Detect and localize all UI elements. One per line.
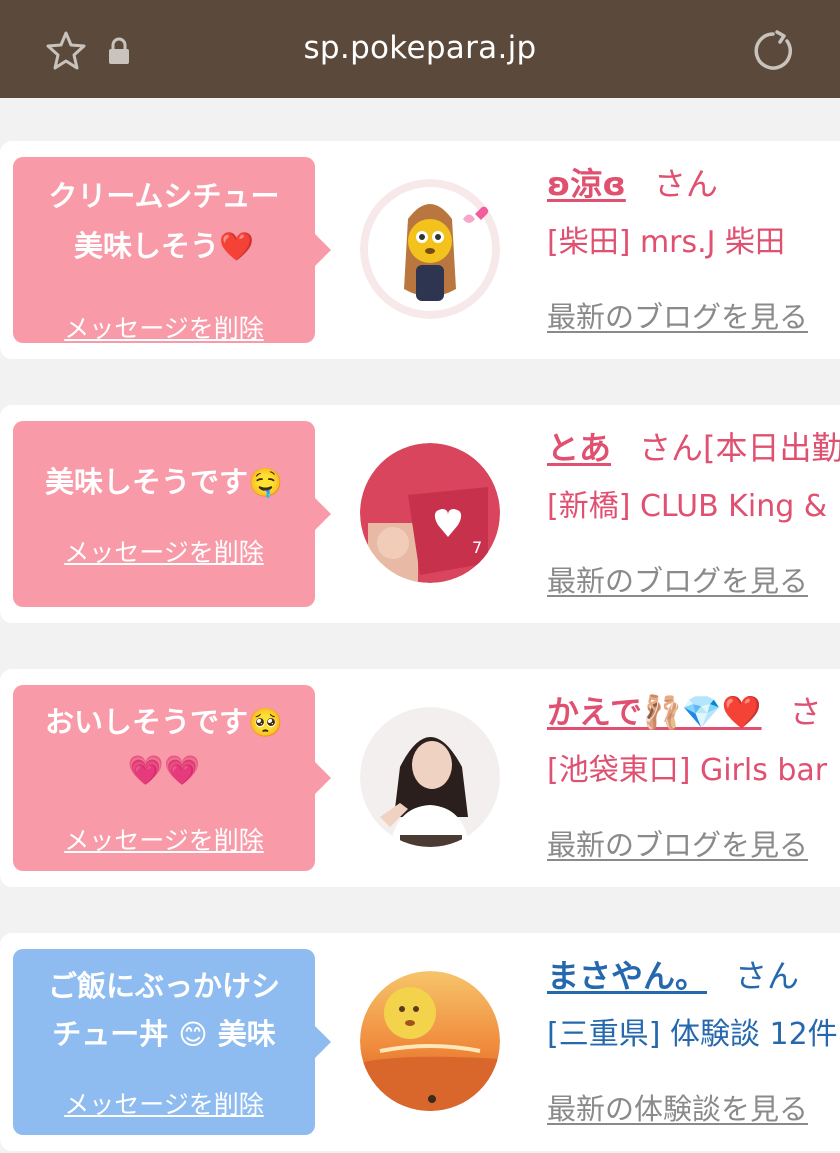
honorific: さん bbox=[735, 957, 800, 995]
message-line: 美味しそうです🤤 bbox=[45, 465, 283, 499]
shop-name: [新橋] CLUB King & bbox=[547, 489, 828, 524]
message-line: ご飯にぶっかけシ bbox=[47, 969, 280, 1003]
avatar[interactable] bbox=[360, 179, 500, 319]
pleading-emoji-icon: 🥺 bbox=[248, 706, 283, 739]
honorific: さ bbox=[789, 693, 822, 731]
message-bubble: 美味しそうです🤤 メッセージを削除 bbox=[13, 421, 331, 607]
smile-emoji-icon: 😊 bbox=[178, 1018, 208, 1051]
url-text[interactable]: sp.pokepara.jp bbox=[0, 30, 840, 66]
avatar[interactable] bbox=[360, 707, 500, 847]
hearts-emoji-icon: 💗💗 bbox=[127, 753, 201, 787]
delete-message-link[interactable]: メッセージを削除 bbox=[13, 533, 315, 569]
message-line: おいしそうです🥺 bbox=[45, 705, 283, 739]
honorific: さん[本日出勤 bbox=[639, 429, 840, 467]
user-name-link[interactable]: まさやん。 bbox=[547, 957, 707, 995]
message-bubble: おいしそうです🥺 💗💗 メッセージを削除 bbox=[13, 685, 331, 871]
list-item: クリームシチュー 美味しそう❤️ メッセージを削除 ʚ涼ɞ さん [柴田] mrs… bbox=[0, 141, 840, 359]
shop-name: [三重県] 体験談 12件 bbox=[547, 1017, 838, 1052]
name-emoji-icon: 🩰💎❤️ bbox=[642, 693, 762, 731]
drooling-emoji-icon: 🤤 bbox=[248, 466, 283, 499]
user-name-row: とあ さん[本日出勤 bbox=[547, 425, 840, 471]
user-name-row: かえで🩰💎❤️ さ bbox=[547, 689, 822, 735]
blog-link[interactable]: 最新のブログを見る bbox=[547, 297, 808, 337]
user-name-link[interactable]: ʚ涼ɞ bbox=[547, 165, 626, 203]
blog-link[interactable]: 最新のブログを見る bbox=[547, 825, 808, 865]
user-name-link[interactable]: かえで🩰💎❤️ bbox=[547, 693, 762, 731]
heart-emoji-icon: ❤️ bbox=[219, 230, 254, 263]
shop-name: [池袋東口] Girls bar bbox=[547, 753, 828, 788]
message-line: 美味しそう❤️ bbox=[74, 229, 254, 263]
honorific: さん bbox=[653, 165, 718, 203]
avatar[interactable]: 7 bbox=[360, 443, 500, 583]
blog-link[interactable]: 最新の体験談を見る bbox=[547, 1089, 808, 1129]
message-line: クリームシチュー bbox=[48, 179, 280, 213]
shop-name: [柴田] mrs.J 柴田 bbox=[547, 225, 786, 260]
user-name-row: ʚ涼ɞ さん bbox=[547, 161, 718, 207]
user-name-row: まさやん。 さん bbox=[547, 953, 799, 999]
delete-message-link[interactable]: メッセージを削除 bbox=[13, 1085, 315, 1121]
message-line: チュー丼 😊 美味 bbox=[52, 1017, 276, 1051]
browser-toolbar: sp.pokepara.jp bbox=[0, 0, 840, 98]
reload-icon[interactable] bbox=[750, 28, 796, 74]
delete-message-link[interactable]: メッセージを削除 bbox=[13, 309, 315, 345]
user-name-link[interactable]: とあ bbox=[547, 429, 611, 467]
avatar[interactable] bbox=[360, 971, 500, 1111]
message-bubble: クリームシチュー 美味しそう❤️ メッセージを削除 bbox=[13, 157, 331, 345]
list-item: おいしそうです🥺 💗💗 メッセージを削除 かえで🩰💎❤️ さ [池袋東口] Gir… bbox=[0, 669, 840, 887]
svg-text:7: 7 bbox=[472, 538, 482, 557]
delete-message-link[interactable]: メッセージを削除 bbox=[13, 821, 315, 857]
blog-link[interactable]: 最新のブログを見る bbox=[547, 561, 808, 601]
message-bubble: ご飯にぶっかけシ チュー丼 😊 美味 メッセージを削除 bbox=[13, 949, 331, 1135]
list-item: 美味しそうです🤤 メッセージを削除 7 とあ さん[本日出勤 [新橋] CLUB … bbox=[0, 405, 840, 623]
list-item: ご飯にぶっかけシ チュー丼 😊 美味 メッセージを削除 まさやん。 さん [三重県… bbox=[0, 933, 840, 1151]
